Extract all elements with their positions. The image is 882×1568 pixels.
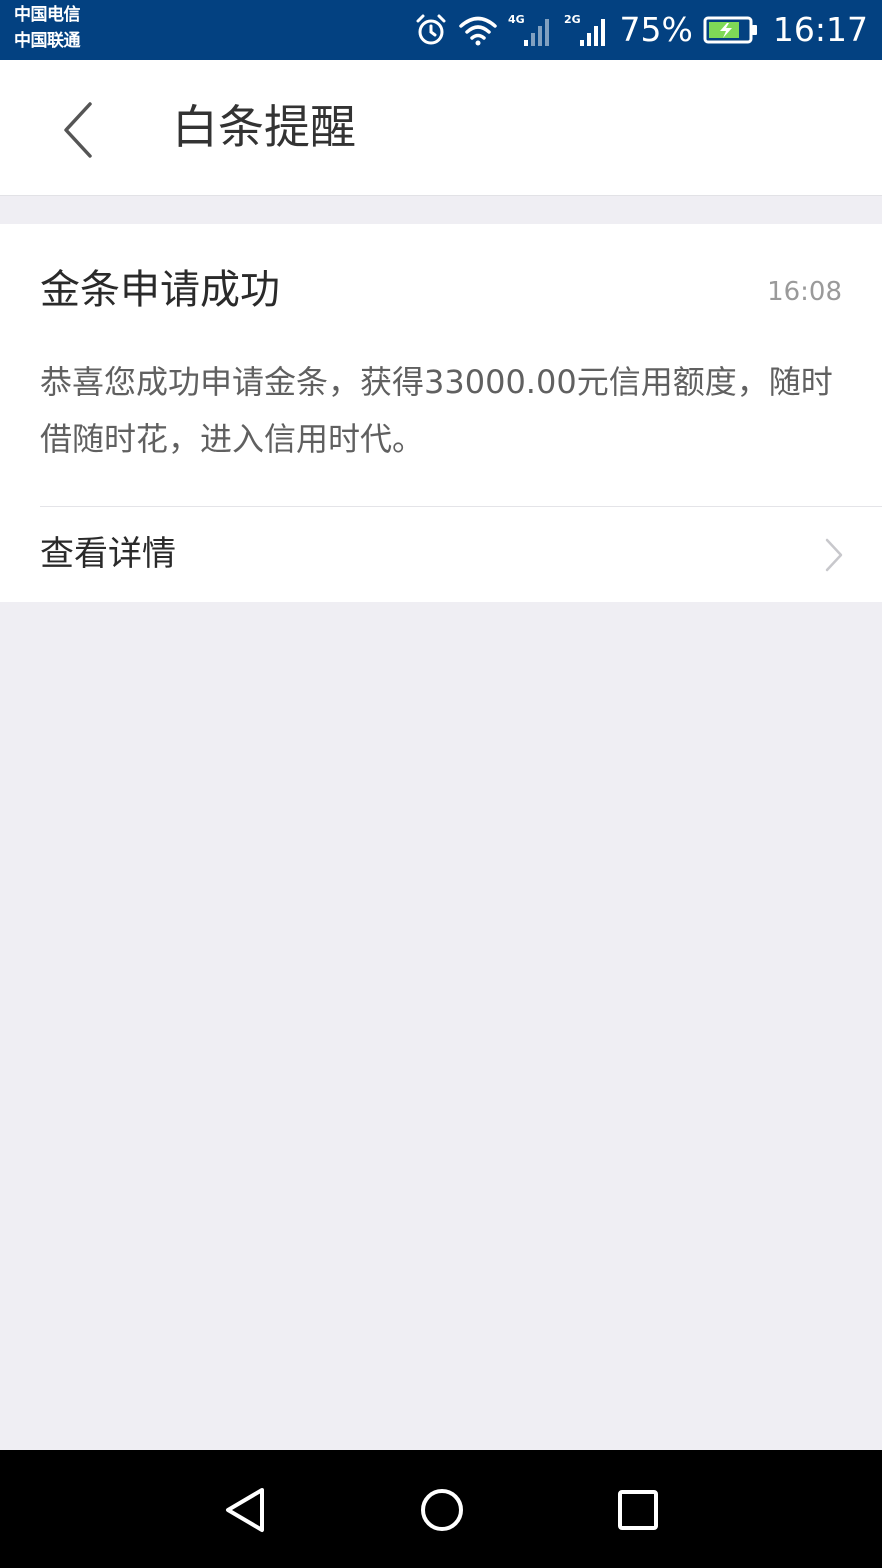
signal-2g-icon: 2G: [564, 12, 610, 48]
nav-back-button[interactable]: [216, 1480, 276, 1540]
nav-back-icon: [216, 1488, 276, 1544]
system-nav-bar: [0, 1450, 882, 1568]
nav-recent-apps-button[interactable]: [608, 1480, 668, 1540]
carrier-2: 中国联通: [14, 31, 81, 51]
status-icons: 4G 2G 75% 16:17: [414, 0, 868, 60]
view-details-label: 查看详情: [40, 534, 176, 574]
nav-home-icon: [412, 1489, 472, 1544]
battery-charging-icon: [703, 15, 759, 45]
network-2-label: 2G: [564, 13, 581, 26]
message-time: 16:08: [767, 277, 842, 307]
back-button[interactable]: [46, 90, 116, 170]
message-card: 金条申请成功 16:08 恭喜您成功申请金条，获得33000.00元信用额度，随…: [0, 224, 882, 602]
alarm-icon: [414, 13, 448, 47]
clock: 16:17: [772, 10, 868, 49]
network-1-label: 4G: [508, 13, 525, 26]
chevron-right-icon: [824, 537, 844, 577]
view-details-row[interactable]: 查看详情: [0, 507, 882, 602]
wifi-icon: [458, 14, 498, 46]
nav-recent-apps-icon: [608, 1490, 668, 1544]
app-header: 白条提醒: [0, 60, 882, 196]
carrier-info: 中国电信 中国联通: [14, 2, 81, 54]
chevron-left-icon: [46, 102, 116, 174]
signal-4g-icon: 4G: [508, 12, 554, 48]
message-title: 金条申请成功: [40, 267, 280, 313]
carrier-1: 中国电信: [14, 5, 81, 25]
nav-home-button[interactable]: [412, 1480, 472, 1540]
message-body: 恭喜您成功申请金条，获得33000.00元信用额度，随时借随时花，进入信用时代。: [40, 363, 833, 458]
status-bar: 中国电信 中国联通 4G 2G 75% 16:17: [0, 0, 882, 60]
page-title: 白条提醒: [172, 100, 356, 154]
battery-percent: 75%: [619, 10, 693, 49]
